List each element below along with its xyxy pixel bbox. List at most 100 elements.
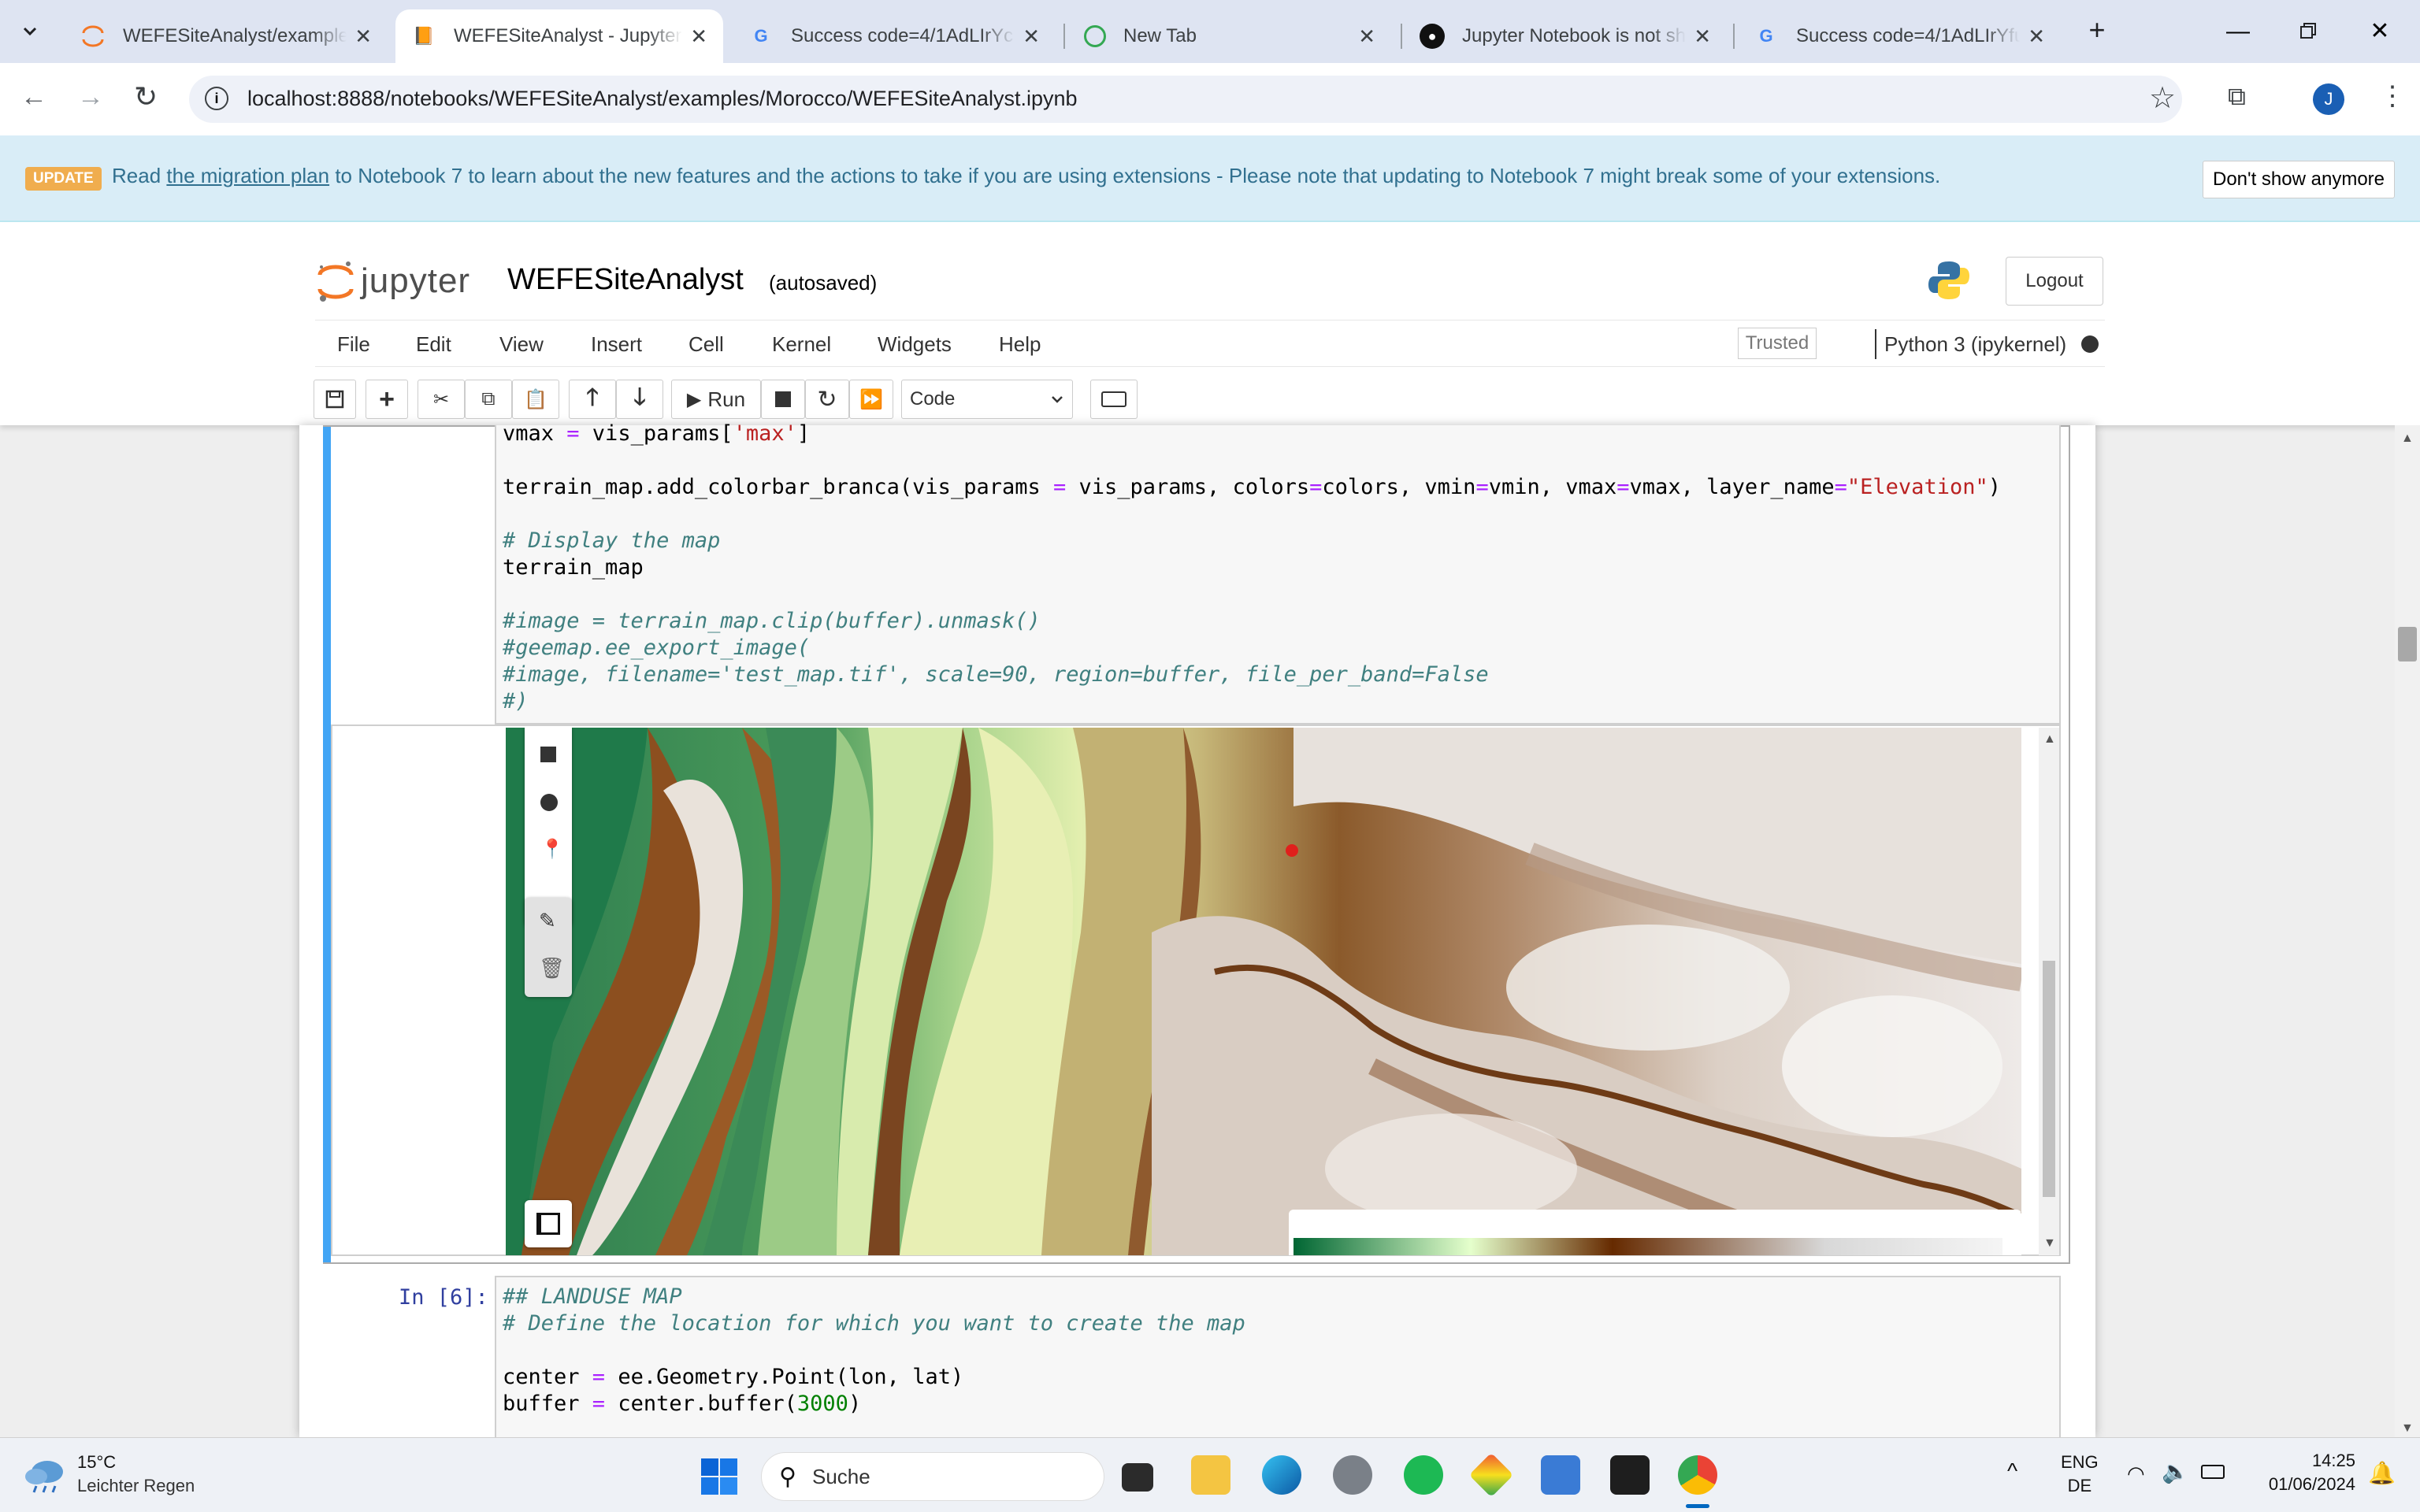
chevron-down-icon bbox=[1052, 396, 1063, 403]
draw-circle-icon[interactable] bbox=[540, 794, 558, 811]
browser-tab[interactable]: G Success code=4/1AdLIrYfu ✕ bbox=[1738, 9, 2061, 63]
scroll-thumb[interactable] bbox=[2398, 627, 2417, 662]
scroll-down-arrow[interactable]: ▼ bbox=[2043, 1236, 2056, 1251]
close-window-button[interactable]: ✕ bbox=[2360, 14, 2400, 49]
scroll-thumb[interactable] bbox=[2043, 961, 2055, 1197]
dont-show-anymore-button[interactable]: Don't show anymore bbox=[2203, 161, 2395, 198]
cloud-rain-icon bbox=[25, 1461, 63, 1493]
browser-tab[interactable]: ● Jupyter Notebook is not sh ✕ bbox=[1404, 9, 1727, 63]
cell-type-select[interactable]: Code bbox=[901, 380, 1073, 419]
menu-view[interactable]: View bbox=[499, 332, 544, 357]
menu-cell[interactable]: Cell bbox=[689, 332, 724, 357]
github-icon: ● bbox=[1420, 24, 1445, 49]
kernel-busy-indicator bbox=[2081, 335, 2099, 353]
move-down-button[interactable]: 🡓 bbox=[616, 380, 663, 419]
insert-cell-button[interactable]: + bbox=[366, 380, 408, 419]
close-tab-icon[interactable]: ✕ bbox=[354, 24, 372, 49]
run-button[interactable]: ▶ Run bbox=[671, 380, 761, 419]
page-scrollbar[interactable]: ▲ ▼ bbox=[2395, 425, 2420, 1437]
new-tab-button[interactable]: + bbox=[2080, 13, 2114, 47]
notification-bell-icon[interactable]: 🔔 bbox=[2368, 1460, 2396, 1486]
language-indicator[interactable]: ENG DE bbox=[2061, 1451, 2099, 1498]
menu-widgets[interactable]: Widgets bbox=[878, 332, 952, 357]
copy-button[interactable]: ⧉ bbox=[465, 380, 512, 419]
reload-icon[interactable]: ↻ bbox=[134, 80, 158, 113]
bookmark-star-icon[interactable]: ☆ bbox=[2149, 80, 2176, 116]
close-tab-icon[interactable]: ✕ bbox=[2028, 24, 2045, 49]
minimize-button[interactable]: — bbox=[2218, 14, 2258, 49]
output-scrollbar[interactable]: ▲ ▼ bbox=[2039, 728, 2059, 1255]
draw-marker-icon[interactable]: 📍 bbox=[540, 838, 564, 861]
kernel-name[interactable]: Python 3 (ipykernel) bbox=[1884, 332, 2066, 357]
save-button[interactable] bbox=[314, 380, 356, 419]
move-up-button[interactable]: 🡑 bbox=[569, 380, 616, 419]
profile-avatar[interactable]: J bbox=[2313, 83, 2344, 115]
scroll-up-arrow[interactable]: ▲ bbox=[2401, 432, 2414, 446]
wifi-icon[interactable]: ◠ bbox=[2127, 1462, 2145, 1486]
start-button[interactable] bbox=[700, 1457, 739, 1496]
tab-title: New Tab bbox=[1123, 25, 1197, 46]
close-tab-icon[interactable]: ✕ bbox=[1358, 24, 1375, 49]
terrain-map[interactable]: 📍 ✎ 🗑 bbox=[506, 728, 2021, 1255]
restart-run-all-button[interactable]: ⏩ bbox=[849, 380, 893, 419]
interrupt-button[interactable] bbox=[761, 380, 805, 419]
site-info-icon[interactable]: i bbox=[205, 87, 228, 110]
close-tab-icon[interactable]: ✕ bbox=[690, 24, 707, 49]
delete-layers-icon[interactable]: 🗑 bbox=[539, 956, 565, 980]
restore-button[interactable] bbox=[2289, 14, 2329, 49]
tab-search-button[interactable] bbox=[16, 17, 44, 46]
extensions-icon[interactable]: ⧉ bbox=[2228, 82, 2246, 112]
cell-prompt: In [6]: bbox=[399, 1285, 488, 1310]
chrome-active-indicator bbox=[1686, 1504, 1709, 1508]
copy-icon: ⧉ bbox=[481, 388, 496, 410]
edit-layers-icon[interactable]: ✎ bbox=[539, 909, 556, 933]
browser-tab[interactable]: New Tab ✕ bbox=[1068, 9, 1391, 63]
browser-tab-active[interactable]: 📙 WEFESiteAnalyst - Jupyter ✕ bbox=[395, 9, 723, 63]
back-icon[interactable]: ← bbox=[20, 82, 47, 113]
migration-plan-link[interactable]: the migration plan bbox=[166, 164, 329, 187]
task-view-icon[interactable] bbox=[1122, 1463, 1153, 1492]
weather-widget[interactable]: 15°C Leichter Regen bbox=[24, 1449, 195, 1499]
file-explorer-icon[interactable] bbox=[1191, 1455, 1230, 1495]
battery-icon[interactable] bbox=[2201, 1465, 2225, 1479]
layers-control-button[interactable] bbox=[525, 1200, 572, 1247]
lang-secondary: DE bbox=[2067, 1476, 2092, 1495]
command-palette-button[interactable] bbox=[1090, 380, 1138, 419]
spotify-icon[interactable] bbox=[1404, 1455, 1443, 1495]
cut-button[interactable]: ✂ bbox=[418, 380, 465, 419]
logout-button[interactable]: Logout bbox=[2006, 257, 2103, 306]
scroll-up-arrow[interactable]: ▲ bbox=[2043, 732, 2056, 747]
kernel-divider bbox=[1875, 329, 1876, 359]
trusted-indicator[interactable]: Trusted bbox=[1738, 328, 1817, 359]
taskbar-search[interactable]: ⚲ Suche bbox=[761, 1452, 1104, 1501]
url-text[interactable]: localhost:8888/notebooks/WEFESiteAnalyst… bbox=[247, 87, 1078, 111]
close-tab-icon[interactable]: ✕ bbox=[1694, 24, 1711, 49]
restart-button[interactable]: ↻ bbox=[805, 380, 849, 419]
app-icon[interactable] bbox=[1541, 1455, 1580, 1495]
tab-title: Success code=4/1AdLIrYfu bbox=[1796, 25, 2021, 46]
chrome-icon[interactable] bbox=[1678, 1455, 1717, 1495]
menu-file[interactable]: File bbox=[337, 332, 370, 357]
forward-icon[interactable]: → bbox=[77, 82, 104, 113]
clock[interactable]: 14:25 01/06/2024 bbox=[2253, 1449, 2355, 1496]
browser-tab[interactable]: G Success code=4/1AdLIrYcu ✕ bbox=[733, 9, 1056, 63]
scroll-down-arrow[interactable]: ▼ bbox=[2401, 1421, 2414, 1436]
terminal-icon[interactable] bbox=[1610, 1455, 1650, 1495]
volume-icon[interactable]: 🔈 bbox=[2162, 1458, 2189, 1484]
close-tab-icon[interactable]: ✕ bbox=[1023, 24, 1040, 49]
paste-button[interactable]: 📋 bbox=[512, 380, 559, 419]
draw-rectangle-icon[interactable] bbox=[540, 747, 556, 762]
edge-icon[interactable] bbox=[1262, 1455, 1301, 1495]
settings-icon[interactable] bbox=[1333, 1455, 1372, 1495]
code-cell-input[interactable]: ## LANDUSE MAP # Define the location for… bbox=[495, 1276, 2061, 1441]
menu-help[interactable]: Help bbox=[999, 332, 1041, 357]
menu-edit[interactable]: Edit bbox=[416, 332, 451, 357]
menu-kernel[interactable]: Kernel bbox=[772, 332, 831, 357]
notebook-name[interactable]: WEFESiteAnalyst bbox=[507, 263, 744, 297]
code-cell-input[interactable]: vmax = vis_params['max'] terrain_map.add… bbox=[495, 421, 2061, 724]
jupyter-logo[interactable]: jupyter bbox=[317, 257, 470, 306]
browser-tab[interactable]: WEFESiteAnalyst/examples ✕ bbox=[65, 9, 388, 63]
menu-insert[interactable]: Insert bbox=[591, 332, 642, 357]
tray-overflow-icon[interactable]: ^ bbox=[2007, 1458, 2017, 1484]
browser-menu-icon[interactable]: ⋮ bbox=[2379, 80, 2406, 112]
